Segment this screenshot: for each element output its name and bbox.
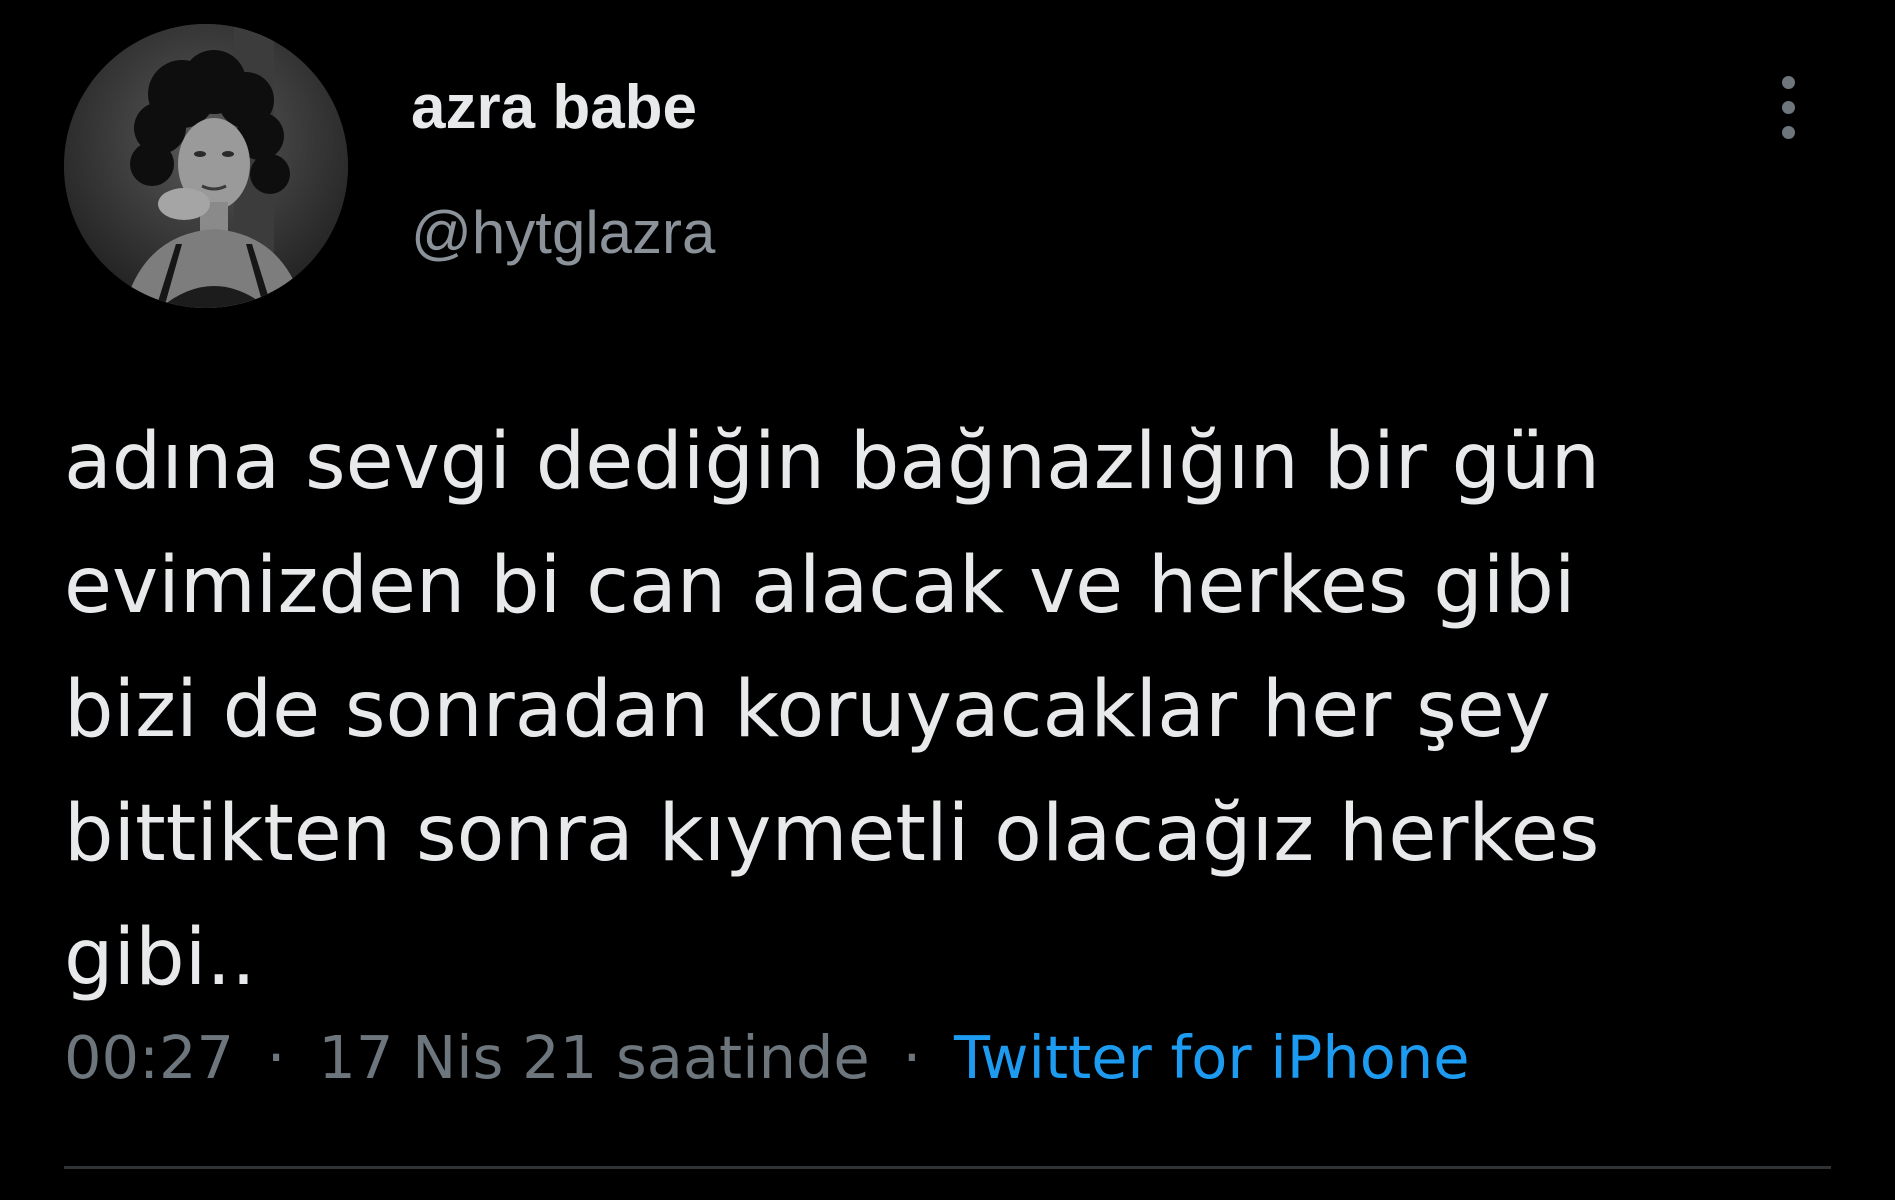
tweet-date[interactable]: 17 Nis 21 saatinde [318, 1023, 869, 1092]
separator: · [902, 1023, 922, 1092]
display-name[interactable]: azra babe [411, 72, 697, 143]
avatar[interactable] [64, 24, 348, 308]
user-handle[interactable]: @hytglazra [411, 198, 715, 267]
tweet-metadata: 00:27 · 17 Nis 21 saatinde · Twitter for… [64, 1023, 1470, 1092]
tweet-source-link[interactable]: Twitter for iPhone [954, 1023, 1470, 1092]
menu-dot [1782, 76, 1795, 89]
menu-dot [1782, 101, 1795, 114]
tweet-time[interactable]: 00:27 [64, 1023, 234, 1092]
separator: · [266, 1023, 286, 1092]
tweet-detail: azra babe @hytglazra adına sevgi dediğin… [0, 0, 1895, 1200]
menu-dot [1782, 126, 1795, 139]
profile-photo [64, 24, 348, 308]
divider [64, 1166, 1831, 1169]
more-vertical-icon[interactable] [1760, 68, 1818, 148]
tweet-text: adına sevgi dediğin bağnazlığın bir gün … [64, 417, 1601, 1003]
